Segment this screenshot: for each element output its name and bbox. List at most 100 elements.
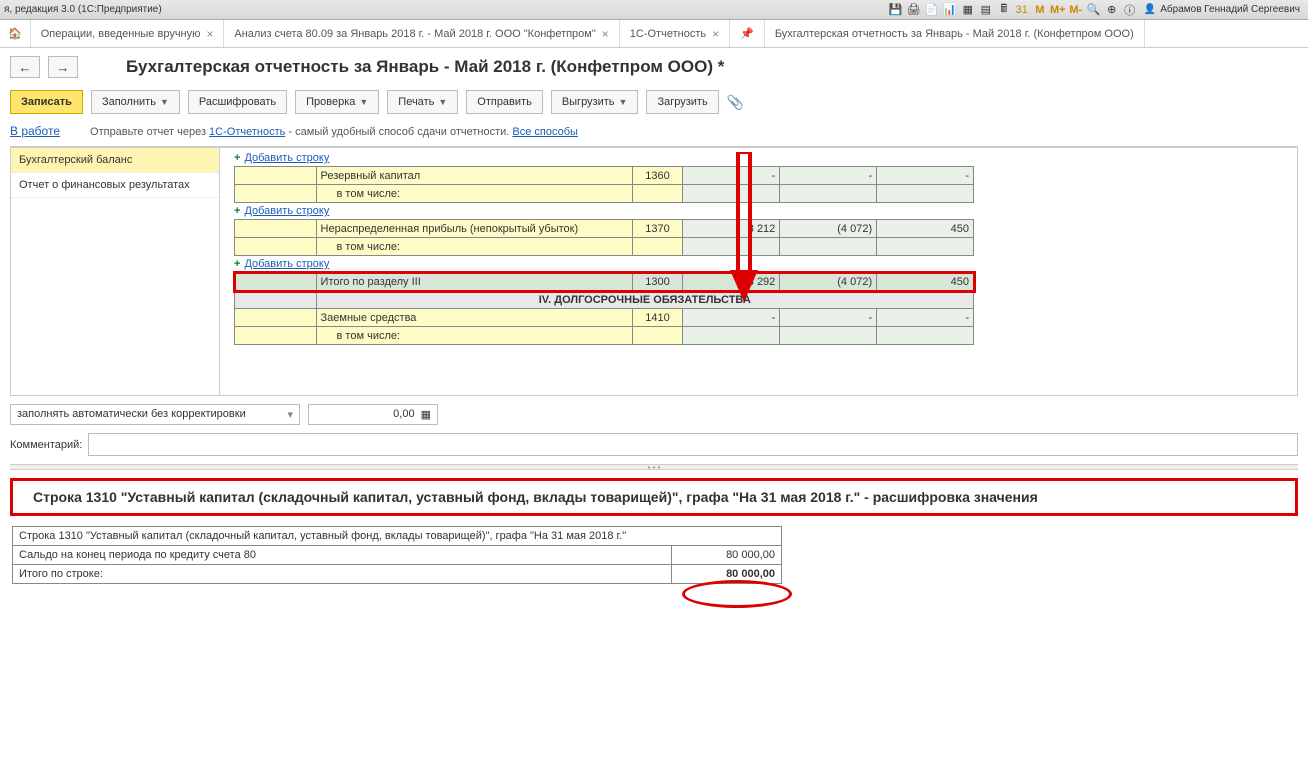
info-link1[interactable]: 1С-Отчетность [209,126,285,138]
cell-label: Итого по разделу III [316,273,632,291]
tab-label: Бухгалтерская отчетность за Январь - Май… [775,28,1134,40]
mminus-btn[interactable]: M- [1068,2,1084,18]
select-value: заполнять автоматически без корректировк… [17,408,246,421]
mode-select[interactable]: заполнять автоматически без корректировк… [10,404,300,425]
left-panel: Бухгалтерский баланс Отчет о финансовых … [10,147,220,396]
zoom-icon[interactable]: ⊕ [1104,2,1120,18]
cal-icon[interactable]: 31 [1014,2,1030,18]
save-button[interactable]: Записать [10,90,83,114]
m-btn[interactable]: M [1032,2,1048,18]
cell-val[interactable]: - [780,309,877,327]
cell-val[interactable]: 8 212 [683,220,780,238]
back-button[interactable]: ← [10,56,40,78]
cell-val[interactable]: 450 [877,273,974,291]
cell-val[interactable]: - [877,309,974,327]
mplus-btn[interactable]: M+ [1050,2,1066,18]
sidebar-item-balance[interactable]: Бухгалтерский баланс [11,148,219,173]
app-title: я, редакция 3.0 (1С:Предприятие) [4,4,162,15]
info-text: Отправьте отчет через [90,126,209,138]
add-row-3: + Добавить строку [224,256,1293,272]
detail-label: Итого по строке: [13,565,672,584]
splitter[interactable]: • • • [10,464,1298,470]
table-row: Заемные средства1410--- [235,309,974,327]
amount-value: 0,00 [393,408,414,421]
user-badge[interactable]: 👤 Абрамов Геннадий Сергеевич [1140,4,1304,15]
status-link[interactable]: В работе [10,124,60,138]
upload-button[interactable]: Выгрузить▼ [551,90,639,114]
btn-label: Выгрузить [562,96,615,108]
fill-button[interactable]: Заполнить▼ [91,90,180,114]
decode-button[interactable]: Расшифровать [188,90,287,114]
balance-grid: Резервный капитал1360--- в том числе: [234,166,974,203]
table-row-total: Итого по разделу III13008 292(4 072)450 [235,273,974,291]
add-row-1: + Добавить строку [224,150,1293,166]
print-icon[interactable]: 🖨 [906,2,922,18]
cell-val[interactable]: 8 292 [683,273,780,291]
detail-value: 80 000,00 [672,546,782,565]
plus-icon[interactable]: + [234,152,240,164]
info-link2[interactable]: Все способы [512,126,578,138]
plus-icon[interactable]: + [234,205,240,217]
help-icon[interactable]: ⓘ [1122,2,1138,18]
cell-val[interactable]: - [683,309,780,327]
send-button[interactable]: Отправить [466,90,543,114]
tab-analysis[interactable]: Анализ счета 80.09 за Январь 2018 г. - М… [224,20,619,47]
zoom-in-icon[interactable]: 🔍 [1086,2,1102,18]
calc-icon[interactable]: ▦ [421,408,431,421]
table-row: в том числе: [235,185,974,203]
toolbar: Записать Заполнить▼ Расшифровать Проверк… [10,90,1298,114]
cell-code: 1300 [632,273,683,291]
info-text2: - самый удобный способ сдачи отчетности. [285,126,512,138]
tab-pin[interactable]: 📌 [730,20,765,47]
right-panel[interactable]: + Добавить строку Резервный капитал1360--… [220,147,1298,396]
main-split: Бухгалтерский баланс Отчет о финансовых … [10,146,1298,396]
print-button[interactable]: Печать▼ [387,90,458,114]
cell-val[interactable]: (4 072) [780,220,877,238]
btn-label: Проверка [306,96,355,108]
load-button[interactable]: Загрузить [646,90,718,114]
detail-label: Сальдо на конец периода по кредиту счета… [13,546,672,565]
cell-val[interactable]: (4 072) [780,273,877,291]
tab-operations[interactable]: Операции, введенные вручную× [31,20,225,47]
add-row-2: + Добавить строку [224,203,1293,219]
doc-icon[interactable]: 📄 [924,2,940,18]
amount-input[interactable]: 0,00 ▦ [308,404,438,425]
cell-val[interactable]: 450 [877,220,974,238]
cell-label: в том числе: [316,238,632,256]
save-icon[interactable]: 💾 [888,2,904,18]
table-icon[interactable]: ▦ [960,2,976,18]
sidebar-item-finresults[interactable]: Отчет о финансовых результатах [11,173,219,198]
add-row-link[interactable]: Добавить строку [244,152,329,164]
tab-reporting[interactable]: 1С-Отчетность× [620,20,730,47]
nav-row: ← → Бухгалтерская отчетность за Январь -… [10,56,1298,78]
content-area: ← → Бухгалтерская отчетность за Январь -… [0,48,1308,764]
detail-total: 80 000,00 [672,565,782,584]
cell-val[interactable]: - [683,167,780,185]
chart-icon[interactable]: 📊 [942,2,958,18]
cell-code: 1410 [632,309,683,327]
tab-balance[interactable]: Бухгалтерская отчетность за Январь - Май… [765,20,1145,47]
close-icon[interactable]: × [206,27,213,41]
forward-button[interactable]: → [48,56,78,78]
comment-row: Комментарий: [10,433,1298,456]
grid-icon[interactable]: ▤ [978,2,994,18]
table-row: Сальдо на конец периода по кредиту счета… [13,546,782,565]
comment-input[interactable] [88,433,1298,456]
cell-label: в том числе: [316,185,632,203]
bottom-controls: заполнять автоматически без корректировк… [10,404,1298,425]
balance-grid: Итого по разделу III13008 292(4 072)450 … [234,272,974,345]
cell-label: в том числе: [316,327,632,345]
user-name: Абрамов Геннадий Сергеевич [1160,4,1300,15]
attach-icon[interactable]: 📎 [727,94,744,111]
close-icon[interactable]: × [602,27,609,41]
tab-home[interactable]: 🏠 [0,20,31,47]
add-row-link[interactable]: Добавить строку [244,258,329,270]
plus-icon[interactable]: + [234,258,240,270]
btn-label: Записать [21,96,72,108]
close-icon[interactable]: × [712,27,719,41]
cell-val[interactable]: - [780,167,877,185]
calc-icon[interactable]: 🖩 [996,2,1012,18]
check-button[interactable]: Проверка▼ [295,90,379,114]
cell-val[interactable]: - [877,167,974,185]
add-row-link[interactable]: Добавить строку [244,205,329,217]
